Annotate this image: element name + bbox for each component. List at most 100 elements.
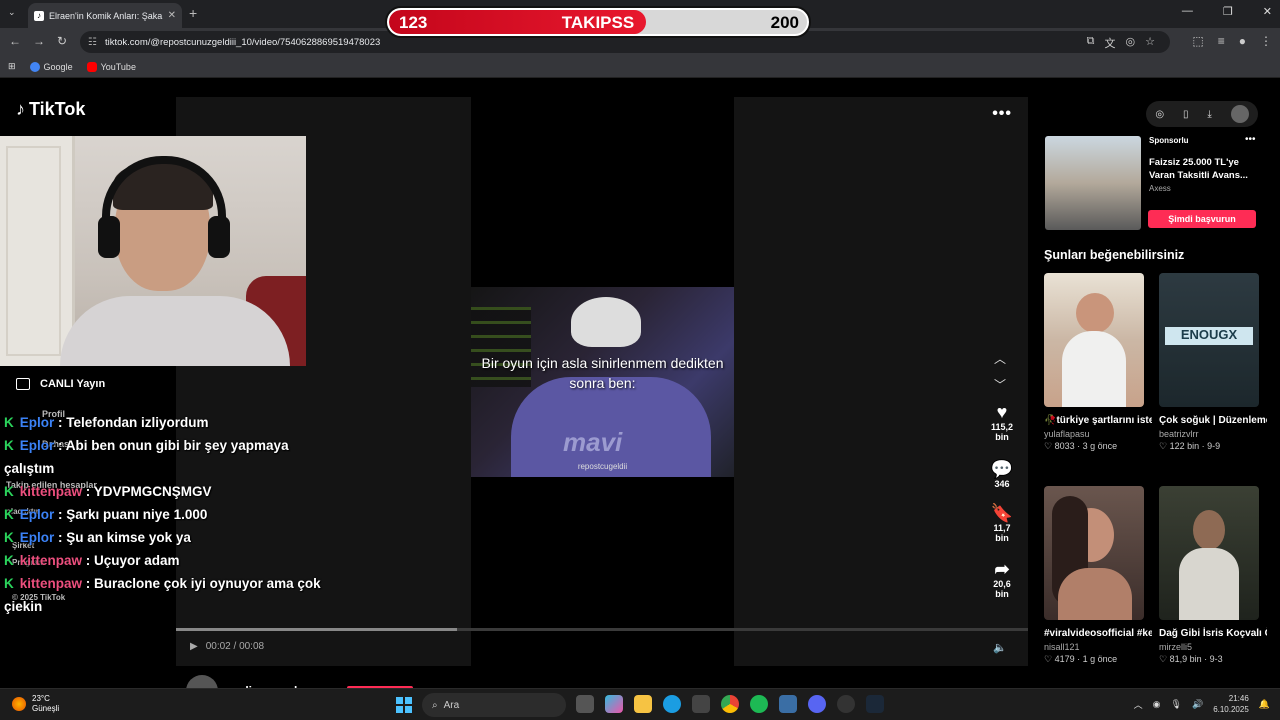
- close-tab-icon[interactable]: ✕: [168, 10, 176, 21]
- clock[interactable]: 21:46 6.10.2025: [1213, 693, 1249, 715]
- bookmark-label: YouTube: [100, 61, 136, 72]
- bookmarks-bar: ⊞ Google YouTube: [0, 56, 1280, 78]
- edge-icon[interactable]: [663, 695, 681, 713]
- tab-title: Elraen'in Komik Anları: Şaka ve: [49, 10, 163, 21]
- suggestion-age: 9-9: [1207, 441, 1221, 451]
- chat-text: : YDVPMGCNŞMGV: [85, 484, 212, 499]
- windows-start-icon[interactable]: [396, 697, 412, 713]
- suggestion-likes: 81,9 bin: [1169, 654, 1202, 664]
- minimize-icon[interactable]: —: [1182, 5, 1193, 18]
- store-icon[interactable]: [692, 695, 710, 713]
- new-tab-button[interactable]: +: [189, 5, 197, 21]
- steam-icon[interactable]: [866, 695, 884, 713]
- weather-widget[interactable]: 23°C Güneşli: [12, 694, 59, 714]
- suggestion-user[interactable]: mirzelli5: [1159, 642, 1261, 652]
- user-avatar[interactable]: [1230, 105, 1249, 123]
- close-window-icon[interactable]: ✕: [1263, 5, 1272, 18]
- suggestion-user[interactable]: beatrizvlrr: [1159, 429, 1261, 439]
- kick-badge-icon: K: [4, 553, 14, 568]
- play-icon[interactable]: ▶: [190, 641, 198, 652]
- chrome-icon[interactable]: [721, 695, 739, 713]
- download-icon[interactable]: ⤓: [1207, 109, 1211, 120]
- next-video-icon[interactable]: ﹀: [994, 376, 1006, 393]
- chat-username: kittenpaw: [19, 484, 83, 499]
- search-icon: ⌕: [432, 699, 438, 711]
- eye-off-icon[interactable]: ◎: [1126, 35, 1136, 51]
- apps-grid-icon[interactable]: ⊞: [8, 61, 16, 72]
- suggestion-card[interactable]: 🥀türkiye şartlarını istemekmak temen... …: [1044, 273, 1152, 452]
- tiktok-favicon-icon: ♪: [34, 10, 44, 21]
- video-progress-bar[interactable]: [176, 628, 1028, 631]
- ad-cta-button[interactable]: Şimdi başvurun: [1148, 210, 1256, 228]
- mic-icon[interactable]: 🎙: [1171, 699, 1182, 710]
- coins-icon[interactable]: ◎: [1155, 109, 1164, 120]
- share-count: 20,6 bin: [993, 579, 1011, 599]
- tray-chevron-icon[interactable]: ︿: [1134, 698, 1143, 711]
- chat-username: Eplor: [19, 415, 55, 430]
- suggestion-card[interactable]: #viralvideosofficial #kesfetbeniöneçık..…: [1044, 486, 1152, 665]
- bookmark-star-icon[interactable]: ☆: [1145, 35, 1155, 51]
- more-options-icon[interactable]: •••: [992, 105, 1012, 123]
- suggestion-thumbnail[interactable]: ENOUGX: [1159, 273, 1259, 407]
- gear-app-icon[interactable]: [779, 695, 797, 713]
- network-icon[interactable]: ◉: [1153, 699, 1161, 710]
- suggestion-stats: ♡ 4179 · 1 g önce: [1044, 654, 1118, 664]
- maximize-icon[interactable]: ❐: [1223, 5, 1233, 18]
- like-button[interactable]: ♥ 115,2 bin: [990, 402, 1014, 442]
- tiktok-page: ♪ TikTok Profil Dahası Takip edilen hesa…: [0, 79, 1280, 707]
- volume-icon[interactable]: 🔈: [993, 641, 1007, 654]
- sponsored-label: Sponsorlu: [1149, 136, 1189, 145]
- ad-title[interactable]: Faizsiz 25.000 TL'ye Varan Taksitli Avan…: [1149, 156, 1259, 182]
- extensions-icon[interactable]: ⬚: [1192, 34, 1203, 48]
- suggestion-caption: Çok soğuk | Düzenleme yapmak...: [1159, 415, 1267, 426]
- save-button[interactable]: 🔖 11,7 bin: [990, 503, 1014, 543]
- tiktok-logo[interactable]: ♪ TikTok: [16, 99, 85, 120]
- obs-icon[interactable]: [837, 695, 855, 713]
- ad-menu-icon[interactable]: •••: [1245, 134, 1256, 145]
- menu-kebab-icon[interactable]: ⋮: [1260, 34, 1272, 48]
- save-count: 11,7 bin: [993, 523, 1011, 543]
- chat-message: Kkittenpaw : YDVPMGCNŞMGV: [4, 480, 324, 503]
- profile-avatar-icon[interactable]: ●: [1239, 34, 1246, 48]
- suggestion-thumbnail[interactable]: [1159, 486, 1259, 620]
- video-clip[interactable]: mavi Bir oyun için asla sinirlenmem dedi…: [471, 287, 734, 477]
- previous-video-icon[interactable]: ︿: [994, 350, 1006, 367]
- speaker-icon[interactable]: 🔊: [1192, 699, 1203, 710]
- reload-icon[interactable]: ↻: [57, 34, 67, 48]
- sidebar-live[interactable]: CANLI Yayın: [16, 378, 105, 390]
- header-icons: ◎ ▯ ⤓: [1146, 101, 1258, 127]
- site-info-icon[interactable]: ☷: [88, 37, 97, 48]
- task-view-icon[interactable]: [576, 695, 594, 713]
- suggestion-user[interactable]: yulaflapasu: [1044, 429, 1146, 439]
- tab-search-icon[interactable]: ⌄: [8, 7, 16, 18]
- chat-message: Kkittenpaw : Uçuyor adam: [4, 549, 324, 572]
- bookmark-google[interactable]: Google: [29, 61, 73, 72]
- taskbar-apps: [576, 695, 884, 713]
- goal-label: TAKIPSS: [561, 13, 635, 32]
- headphone-left: [98, 216, 120, 258]
- suggestion-card[interactable]: ENOUGX Çok soğuk | Düzenleme yapmak... b…: [1159, 273, 1267, 452]
- discord-icon[interactable]: [808, 695, 826, 713]
- comment-button[interactable]: 💬 346: [990, 459, 1014, 489]
- translate-icon[interactable]: 文: [1105, 35, 1116, 51]
- back-icon[interactable]: ←: [9, 34, 21, 48]
- file-explorer-icon[interactable]: [634, 695, 652, 713]
- phone-icon[interactable]: ▯: [1183, 109, 1189, 120]
- reading-list-icon[interactable]: ≡: [1218, 34, 1225, 48]
- notification-icon[interactable]: 🔔: [1259, 699, 1270, 710]
- copilot-icon[interactable]: [605, 695, 623, 713]
- suggestion-thumbnail[interactable]: [1044, 486, 1144, 620]
- live-label: CANLI Yayın: [40, 378, 106, 390]
- spotify-icon[interactable]: [750, 695, 768, 713]
- ad-brand: Axess: [1149, 184, 1171, 193]
- install-icon[interactable]: ⧉: [1087, 35, 1095, 51]
- suggestion-card[interactable]: Dağ Gibi İsris Koçvalı Öldü 😢 🥀 #çukur..…: [1159, 486, 1267, 665]
- forward-icon[interactable]: →: [33, 34, 45, 48]
- ad-thumbnail[interactable]: [1045, 136, 1141, 230]
- suggestion-thumbnail[interactable]: [1044, 273, 1144, 407]
- browser-tab[interactable]: ♪ Elraen'in Komik Anları: Şaka ve ✕: [28, 3, 182, 28]
- share-button[interactable]: ➦ 20,6 bin: [990, 559, 1014, 599]
- taskbar-search[interactable]: ⌕ Ara: [422, 693, 566, 717]
- bookmark-youtube[interactable]: YouTube: [86, 61, 136, 72]
- suggestion-user[interactable]: nisall121: [1044, 642, 1146, 652]
